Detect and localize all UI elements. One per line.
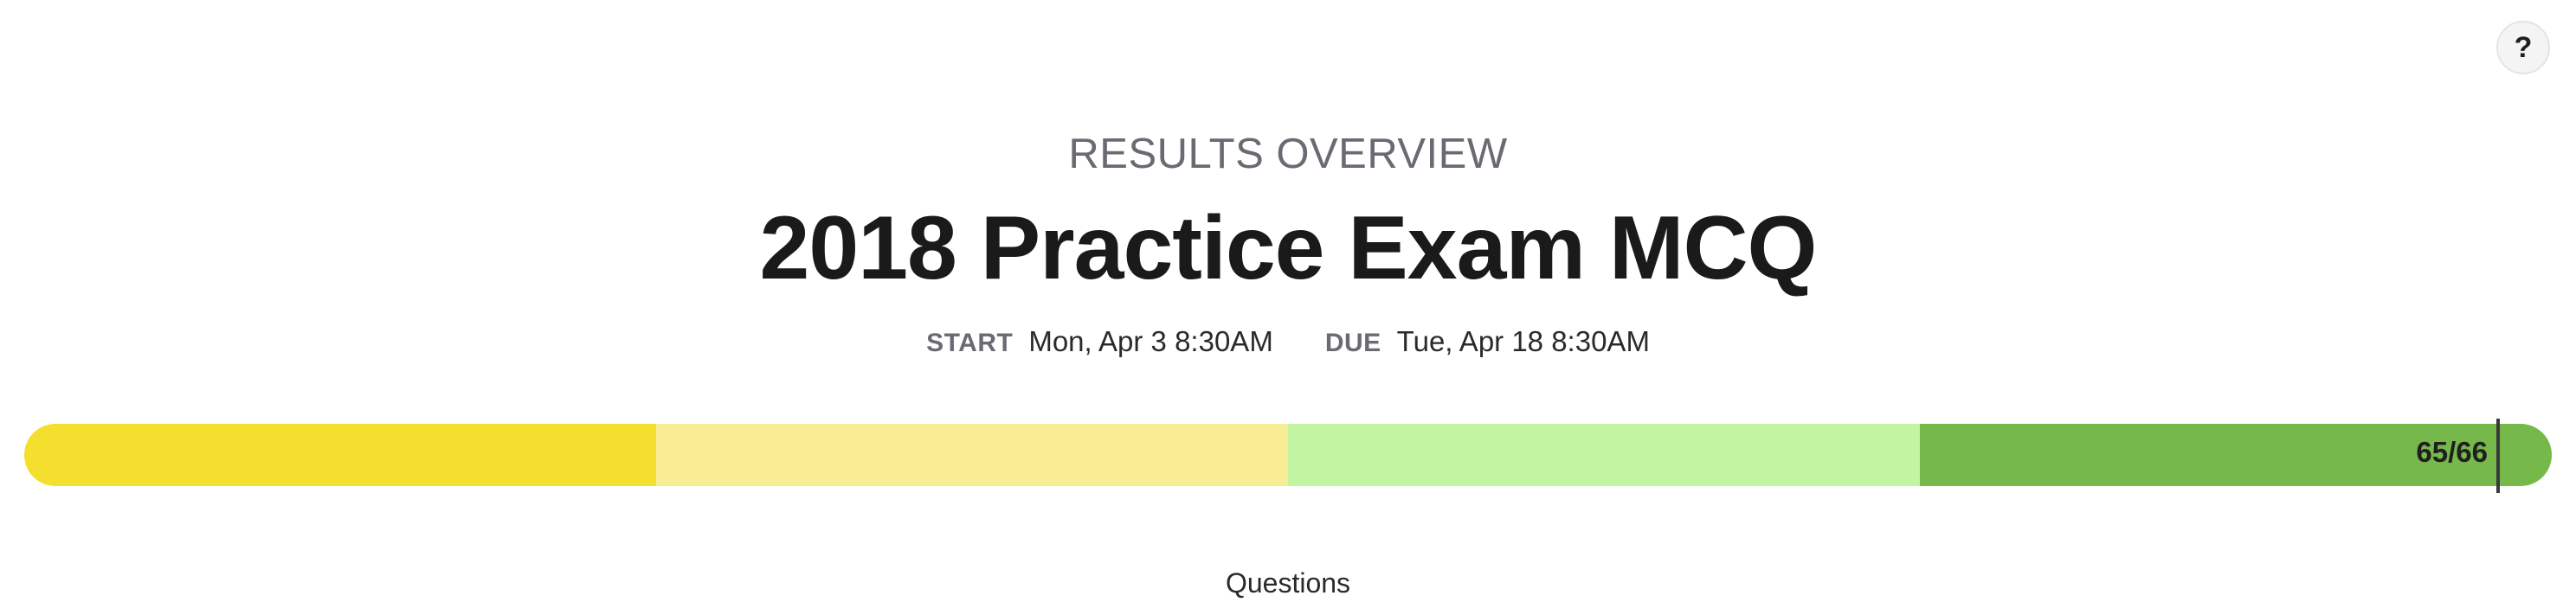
due-label: DUE — [1324, 329, 1381, 357]
progress-count: 65/66 — [2416, 436, 2488, 468]
start-label: START — [926, 329, 1014, 357]
results-overview-heading: RESULTS OVERVIEW — [1068, 131, 1508, 177]
progress-segment-3 — [1288, 424, 1920, 486]
schedule-row: START Mon, Apr 3 8:30AM DUE Tue, Apr 18 … — [0, 325, 2576, 358]
help-button[interactable]: ? — [2496, 21, 2550, 74]
due-value: Tue, Apr 18 8:30AM — [1396, 325, 1650, 357]
results-progress-bar — [24, 424, 2552, 486]
progress-segment-1 — [24, 424, 656, 486]
questions-label: Questions — [1225, 567, 1351, 599]
progress-marker — [2496, 419, 2500, 493]
progress-segment-2 — [656, 424, 1288, 486]
page-title: 2018 Practice Exam MCQ — [759, 198, 1818, 298]
start-value: Mon, Apr 3 8:30AM — [1028, 325, 1273, 357]
